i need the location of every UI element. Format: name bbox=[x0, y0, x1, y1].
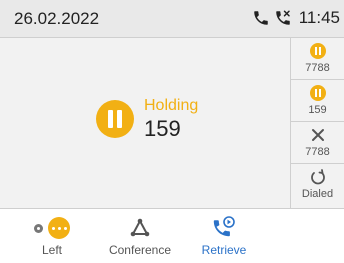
clock: 11:45 bbox=[298, 8, 340, 27]
missed-call-icon bbox=[273, 9, 293, 27]
softkey-bar: Left Conference Retrieve bbox=[0, 208, 344, 262]
phone-screen: 26.02.2022 11:45 Holding 159 7788 159 77… bbox=[0, 0, 344, 262]
hold-icon bbox=[309, 85, 326, 101]
call-number: 159 bbox=[144, 116, 181, 141]
indicator-dot-icon bbox=[34, 223, 43, 233]
retrieve-call-icon bbox=[213, 216, 235, 237]
close-icon bbox=[311, 129, 324, 141]
status-bar: 26.02.2022 11:45 bbox=[0, 0, 344, 38]
left-softkey[interactable]: Left bbox=[24, 209, 80, 263]
call-list-label: Dialed bbox=[301, 188, 334, 200]
date-label: 26.02.2022 bbox=[14, 9, 100, 28]
call-state: Holding bbox=[144, 97, 199, 114]
call-list-label: 7788 bbox=[305, 146, 330, 158]
call-panel[interactable]: Holding 159 bbox=[0, 38, 291, 208]
call-list-item-missed-7788[interactable]: 7788 bbox=[291, 122, 344, 164]
call-list-label: 7788 bbox=[305, 62, 330, 74]
call-info: Holding 159 bbox=[144, 96, 198, 142]
call-list-item-hold-7788[interactable]: 7788 bbox=[291, 38, 344, 80]
phone-icon bbox=[252, 9, 270, 27]
more-icon bbox=[48, 217, 70, 239]
hold-icon bbox=[96, 100, 134, 138]
left-softkey-label: Left bbox=[41, 243, 62, 257]
retrieve-softkey-label: Retrieve bbox=[201, 243, 247, 257]
conference-icon bbox=[130, 218, 150, 237]
redial-icon bbox=[310, 169, 325, 185]
hold-icon bbox=[309, 43, 326, 59]
active-call[interactable]: Holding 159 bbox=[96, 96, 198, 142]
conference-softkey[interactable]: Conference bbox=[100, 209, 180, 263]
call-list: 7788 159 7788 Dialed bbox=[291, 38, 344, 208]
call-list-item-hold-159[interactable]: 159 bbox=[291, 80, 344, 122]
conference-softkey-label: Conference bbox=[108, 243, 172, 257]
call-list-label: 159 bbox=[308, 104, 327, 116]
call-list-item-dialed[interactable]: Dialed bbox=[291, 164, 344, 206]
status-icons: 11:45 bbox=[252, 8, 340, 28]
retrieve-softkey[interactable]: Retrieve bbox=[194, 209, 254, 263]
